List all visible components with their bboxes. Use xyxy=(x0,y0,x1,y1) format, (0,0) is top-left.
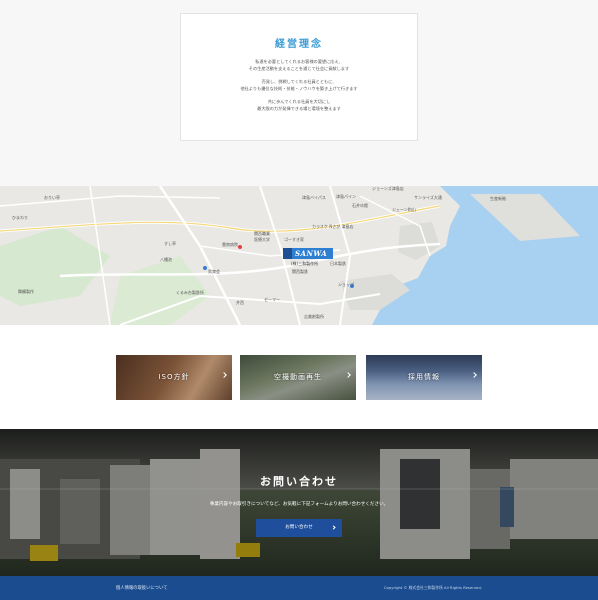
iso-banner-title: ISO方針 xyxy=(158,373,190,381)
map-label: 雲南病院 xyxy=(222,242,238,247)
map-label: 生産新拠 xyxy=(490,196,506,201)
map-label: 八幡池 xyxy=(160,257,172,262)
philosophy-line: その生産活動を支えることを通じて社会に貢献します xyxy=(248,66,350,71)
copyright-text: Copyright © 株式会社三和製作所 All Rights Reserve… xyxy=(383,585,482,590)
chevron-right-icon xyxy=(331,525,336,530)
philosophy-line: 私達を必要としてくれるお客様の要望に応え、 xyxy=(255,59,343,64)
contact-button-label: お問い合わせ xyxy=(285,525,313,530)
map-label: 石井ゆ館 xyxy=(352,203,368,208)
map-label: おりい亭 xyxy=(44,195,60,200)
map-label: くるみ台製鉄所 xyxy=(176,290,204,295)
philosophy-section: 経営理念 私達を必要としてくれるお客様の要望に応え、 その生産活動を支えることを… xyxy=(0,0,598,186)
sanwa-map-sublabel: (株)三和製作所 xyxy=(291,261,319,266)
map-label: ショップ xyxy=(338,282,354,287)
map-label: カラオケ Nさが 津島店 xyxy=(312,224,354,229)
map-label: 舞鶴製作 xyxy=(18,289,34,294)
banner-section: ISO方針 空撮動画再生 採用情報 xyxy=(0,325,598,429)
map-label: 関西製鉄 xyxy=(292,269,308,274)
contact-button[interactable]: お問い合わせ xyxy=(256,519,342,537)
map-label: 井西 xyxy=(236,300,244,305)
philosophy-paragraph: 売発し、挑戦してくれる社員とともに、 他社よりも優位な技術・技能・ノウハウを築き… xyxy=(181,78,417,92)
philosophy-title: 経営理念 xyxy=(275,39,323,50)
map-label: サンライズ大通 xyxy=(414,195,442,200)
map-label: すし亭 xyxy=(164,241,176,246)
aerial-banner-title: 空撮動画再生 xyxy=(274,373,322,381)
sanwa-map-logo: SANWA xyxy=(283,248,333,259)
map-label: ジョーンズ津島店 xyxy=(372,186,404,191)
map-label: 医療大学 xyxy=(254,237,270,242)
philosophy-paragraph: 共に歩んでくれる社員を大切にし 最大限の力が発揮できる場と環境を整えます xyxy=(181,98,417,112)
recruit-banner-title: 採用情報 xyxy=(408,373,440,381)
map-label: ゼーマー xyxy=(264,297,280,302)
map-label: ジェーン和山 xyxy=(392,207,416,212)
map-label: 男衆会 xyxy=(208,269,220,274)
iso-policy-banner[interactable]: ISO方針 xyxy=(116,355,232,400)
philosophy-line: 他社よりも優位な技術・技能・ノウハウを築き上げて行きます xyxy=(240,86,358,91)
contact-title: お問い合わせ xyxy=(260,475,338,488)
philosophy-paragraph: 私達を必要としてくれるお客様の要望に応え、 その生産活動を支えることを通じて社会… xyxy=(181,58,417,72)
privacy-policy-link[interactable]: 個人情報の取扱いについて xyxy=(116,585,167,591)
map-label: 吉美創製所 xyxy=(304,314,324,319)
aerial-video-banner[interactable]: 空撮動画再生 xyxy=(240,355,356,400)
recruit-banner[interactable]: 採用情報 xyxy=(366,355,482,400)
map-label: ひまわり xyxy=(12,215,28,220)
philosophy-line: 売発し、挑戦してくれる社員とともに、 xyxy=(261,79,337,84)
contact-section: お問い合わせ 事業内容やお取引きについてなど、お気軽に下記フォームよりお問い合わ… xyxy=(0,429,598,576)
philosophy-line: 共に歩んでくれる社員を大切にし xyxy=(267,99,331,104)
map-label: 津島バイパス xyxy=(302,195,326,200)
philosophy-card: 経営理念 私達を必要としてくれるお客様の要望に応え、 その生産活動を支えることを… xyxy=(180,13,418,141)
map-label: ゴーすき家 xyxy=(284,237,304,242)
footer: 個人情報の取扱いについて Copyright © 株式会社三和製作所 All R… xyxy=(0,576,598,600)
contact-description: 事業内容やお取引きについてなど、お気軽に下記フォームよりお問い合わせください。 xyxy=(209,502,389,507)
map-label: 日本製鉄 xyxy=(330,261,346,266)
philosophy-line: 最大限の力が発揮できる場と環境を整えます xyxy=(257,106,341,111)
map-label: 津島パイン xyxy=(336,194,356,199)
